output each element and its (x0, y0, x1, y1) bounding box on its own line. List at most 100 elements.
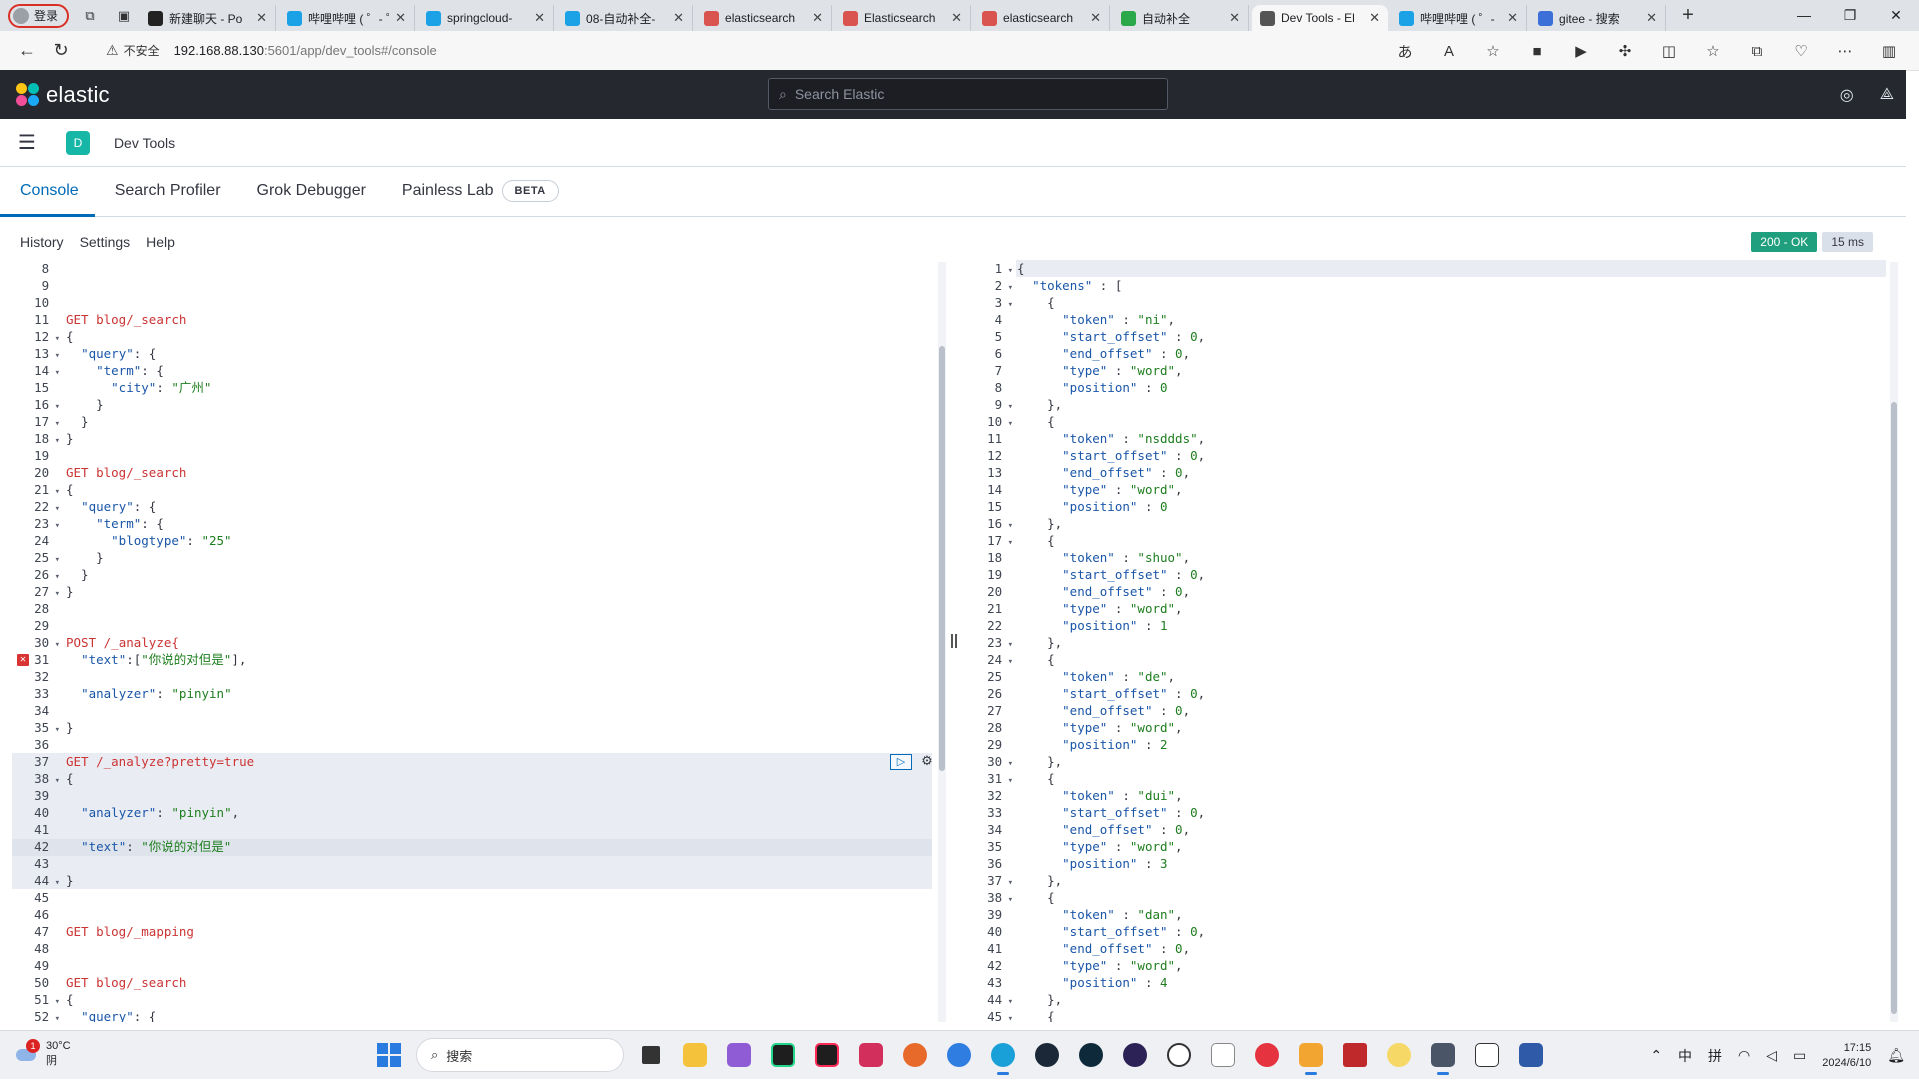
fold-arrow-icon[interactable]: ▾ (1002, 997, 1013, 1007)
pycharm-icon[interactable] (766, 1038, 800, 1072)
pane-resizer[interactable] (951, 634, 957, 648)
dell-icon[interactable] (1162, 1038, 1196, 1072)
help-link[interactable]: Help (146, 234, 175, 250)
favorite-star-icon[interactable]: ☆ (1471, 42, 1515, 60)
fold-arrow-icon[interactable]: ▾ (1002, 1014, 1013, 1022)
close-tab-icon[interactable]: ✕ (395, 10, 406, 26)
tab-actions-icon[interactable]: ▣ (111, 5, 137, 27)
clock[interactable]: 17:15 2024/6/10 (1822, 1041, 1871, 1071)
cat-app-icon[interactable] (1514, 1038, 1548, 1072)
fold-arrow-icon[interactable]: ▾ (1002, 895, 1013, 905)
weather-widget[interactable]: 1 30°C 阴 (16, 1039, 71, 1068)
back-icon[interactable]: ← (10, 40, 44, 61)
tab-console[interactable]: Console (0, 166, 95, 217)
browser-tab[interactable]: gitee - 搜索 ✕ (1530, 5, 1667, 31)
feather-app-icon[interactable] (942, 1038, 976, 1072)
minimize-icon[interactable]: — (1781, 0, 1827, 31)
fold-arrow-icon[interactable]: ▾ (49, 589, 60, 599)
ime-language[interactable]: 中 (1678, 1046, 1692, 1066)
close-tab-icon[interactable]: ✕ (256, 10, 267, 26)
response-scrollbar[interactable] (1890, 262, 1898, 1022)
yellow-app-icon[interactable] (1382, 1038, 1416, 1072)
close-tab-icon[interactable]: ✕ (1646, 10, 1657, 26)
jetbrains-toolbox-icon[interactable] (854, 1038, 888, 1072)
response-viewer[interactable]: 1 ▾{2 ▾ "tokens" : [3 ▾ {4 "token" : "ni… (963, 260, 1895, 1022)
browser-tab[interactable]: 新建聊天 - Po ✕ (140, 5, 277, 31)
ime-mode[interactable]: 拼 (1708, 1046, 1722, 1066)
fold-arrow-icon[interactable]: ▾ (1002, 521, 1013, 531)
ring-app-icon[interactable] (1074, 1038, 1108, 1072)
site-info-button[interactable]: ⚠ 不安全 (106, 42, 160, 59)
restore-icon[interactable]: ❐ (1827, 0, 1873, 31)
new-tab-button[interactable]: + (1676, 4, 1700, 27)
workspaces-icon[interactable]: ⧉ (77, 5, 103, 27)
play-icon[interactable]: ▶ (1559, 42, 1603, 60)
close-tab-icon[interactable]: ✕ (673, 10, 684, 26)
read-aloud-icon[interactable]: A (1427, 43, 1471, 60)
fold-arrow-icon[interactable]: ▾ (1002, 640, 1013, 650)
fold-arrow-icon[interactable]: ▾ (49, 1014, 60, 1022)
typora-icon[interactable] (1470, 1038, 1504, 1072)
tab-search-profiler[interactable]: Search Profiler (95, 166, 237, 216)
url-field[interactable]: 192.168.88.130:5601/app/dev_tools#/conso… (174, 43, 437, 58)
favorites-icon[interactable]: ☆ (1691, 42, 1735, 60)
profile-button[interactable]: 登录 (8, 3, 70, 28)
task-view-icon[interactable] (634, 1038, 668, 1072)
fold-arrow-icon[interactable]: ▾ (49, 402, 60, 412)
browser-tab[interactable]: 哔哩哔哩 ( ゜- ✕ (1391, 5, 1528, 31)
fold-arrow-icon[interactable]: ▾ (1002, 419, 1013, 429)
visual-studio-icon[interactable] (722, 1038, 756, 1072)
fold-arrow-icon[interactable]: ▾ (1002, 657, 1013, 667)
browser-tab[interactable]: 08-自动补全- ✕ (557, 5, 694, 31)
fold-arrow-icon[interactable]: ▾ (49, 419, 60, 429)
collections-icon[interactable]: ⧉ (1735, 43, 1779, 60)
browser-essentials-icon[interactable]: ♡ (1779, 42, 1823, 60)
request-editor[interactable]: 8 9 10 11 GET blog/_search 12 ▾{13 ▾ "que… (12, 260, 932, 1022)
redis-icon[interactable] (1338, 1038, 1372, 1072)
browser-tab[interactable]: Dev Tools - El ✕ (1252, 5, 1389, 31)
news-feed-icon[interactable]: ⟁ (1880, 86, 1894, 104)
elastic-logo[interactable]: elastic (16, 82, 110, 108)
browser-tab[interactable]: springcloud- ✕ (418, 5, 555, 31)
fold-arrow-icon[interactable]: ▾ (49, 776, 60, 786)
fold-arrow-icon[interactable]: ▾ (49, 997, 60, 1007)
colorful-app-icon[interactable] (898, 1038, 932, 1072)
settings-link[interactable]: Settings (80, 234, 131, 250)
translate-icon[interactable]: あ (1383, 41, 1427, 62)
window-app-icon[interactable] (1294, 1038, 1328, 1075)
close-tab-icon[interactable]: ✕ (812, 10, 823, 26)
editor-scrollbar[interactable] (938, 262, 946, 1022)
error-icon[interactable]: ✕ (17, 654, 29, 666)
fold-arrow-icon[interactable]: ▾ (1002, 878, 1013, 888)
eclipse-icon[interactable] (1118, 1038, 1152, 1072)
browser-tab[interactable]: 自动补全 ✕ (1113, 5, 1250, 31)
browser-tab[interactable]: Elasticsearch ✕ (835, 5, 972, 31)
split-screen-icon[interactable]: ◫ (1647, 42, 1691, 60)
fold-arrow-icon[interactable]: ▾ (49, 351, 60, 361)
hamburger-menu-icon[interactable]: ☰ (18, 130, 36, 155)
fold-arrow-icon[interactable]: ▾ (49, 640, 60, 650)
intellij-icon[interactable] (810, 1038, 844, 1072)
start-button[interactable] (372, 1038, 406, 1072)
sidebar-toggle-icon[interactable]: ▥ (1867, 42, 1911, 60)
close-tab-icon[interactable]: ✕ (951, 10, 962, 26)
browser-tab[interactable]: elasticsearch ✕ (974, 5, 1111, 31)
fold-arrow-icon[interactable]: ▾ (49, 521, 60, 531)
fold-arrow-icon[interactable]: ▾ (49, 725, 60, 735)
file-explorer-icon[interactable] (678, 1038, 712, 1072)
fold-arrow-icon[interactable]: ▾ (1002, 538, 1013, 548)
tab-painless-lab[interactable]: Painless Lab BETA (382, 166, 575, 216)
close-tab-icon[interactable]: ✕ (1369, 10, 1380, 26)
close-tab-icon[interactable]: ✕ (1090, 10, 1101, 26)
fold-arrow-icon[interactable]: ▾ (1002, 776, 1013, 786)
notification-bell-icon[interactable]: 🔔︎ (1887, 1047, 1905, 1064)
wifi-icon[interactable]: ◠ (1738, 1047, 1750, 1064)
fold-arrow-icon[interactable]: ▾ (1002, 283, 1013, 293)
close-tab-icon[interactable]: ✕ (1507, 10, 1518, 26)
fold-arrow-icon[interactable]: ▾ (49, 504, 60, 514)
fold-arrow-icon[interactable]: ▾ (49, 334, 60, 344)
fold-arrow-icon[interactable]: ▾ (1002, 402, 1013, 412)
browser-tab[interactable]: elasticsearch ✕ (696, 5, 833, 31)
close-tab-icon[interactable]: ✕ (1229, 10, 1240, 26)
reload-icon[interactable]: ↻ (44, 40, 78, 61)
